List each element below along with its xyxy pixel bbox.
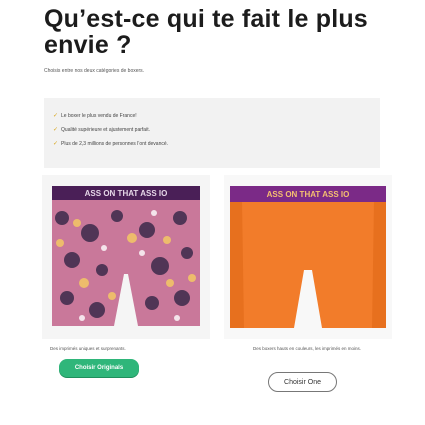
feature-item: ✓ Plus de 2,3 millions de personnes l’on… <box>53 140 169 148</box>
check-icon: ✓ <box>53 127 59 133</box>
page-subtitle: Choisis entre nos deux catégories de box… <box>44 68 145 74</box>
boxer-originals-image[interactable]: ASS ON THAT ASS IO <box>42 178 210 342</box>
features-panel: ✓ Le boxer le plus vendu de France! ✓ Qu… <box>44 98 380 168</box>
originals-description: Des imprimés uniques et surprenants. <box>50 346 126 351</box>
choose-one-button[interactable]: Choisir One <box>268 372 337 392</box>
feature-text: Qualité supérieure et ajustement parfait… <box>61 126 150 133</box>
feature-text: Le boxer le plus vendu de France! <box>61 112 137 119</box>
waistband-text: ASS ON THAT ASS IO <box>85 189 168 198</box>
page-title: Qu’est-ce qui te fait le plus envie ? <box>44 5 368 59</box>
feature-text: Plus de 2,3 millions de personnes l’ont … <box>61 140 169 147</box>
feature-item: ✓ Le boxer le plus vendu de France! <box>53 112 137 120</box>
check-icon: ✓ <box>53 113 59 119</box>
boxer-one-image[interactable]: ASS ON THAT ASS IO <box>224 178 392 342</box>
waistband-text: ASS ON THAT ASS IO <box>267 190 350 199</box>
choose-originals-button[interactable]: Choisir Originals <box>59 359 139 377</box>
one-description: Des boxers hauts en couleurs, les imprim… <box>252 346 362 351</box>
check-icon: ✓ <box>53 141 59 147</box>
feature-item: ✓ Qualité supérieure et ajustement parfa… <box>53 126 150 134</box>
